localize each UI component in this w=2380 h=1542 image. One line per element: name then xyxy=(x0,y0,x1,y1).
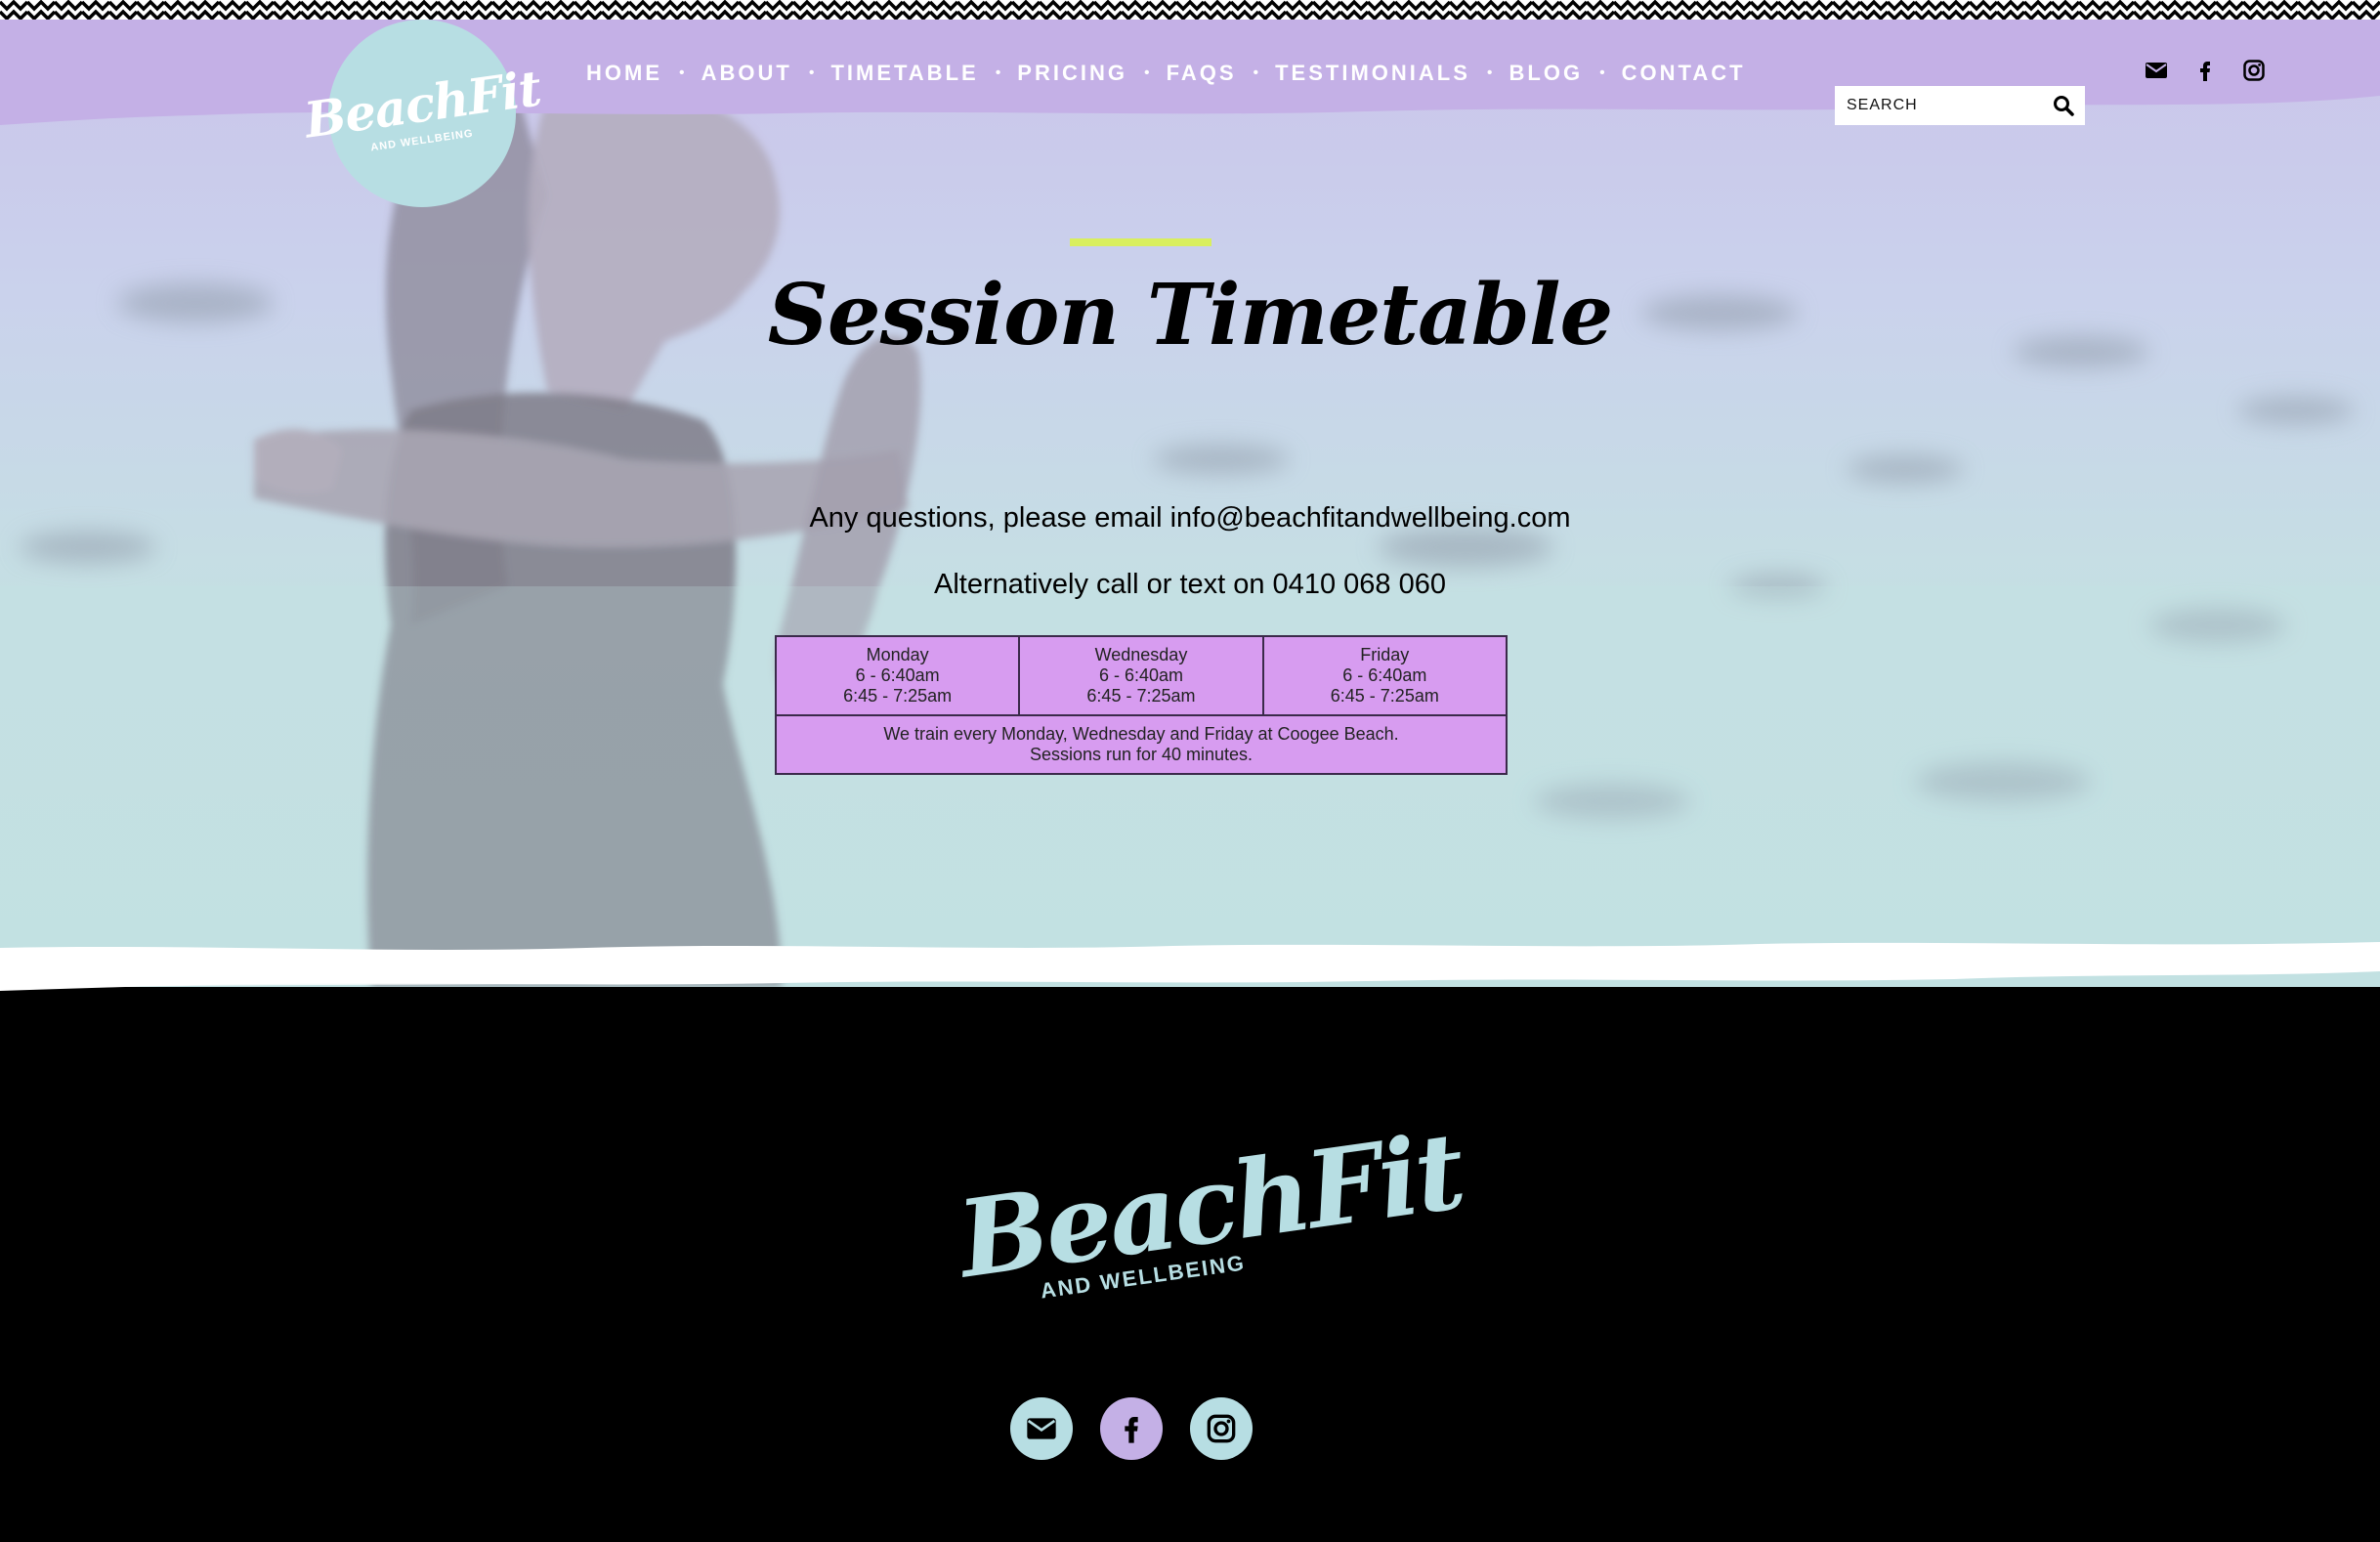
day-label: Friday xyxy=(1360,645,1410,664)
contact-email-text: Any questions, please email info@beachfi… xyxy=(809,502,1571,534)
zigzag-border xyxy=(0,0,2380,20)
nav-separator: • xyxy=(1599,64,1605,81)
footer-instagram-button[interactable] xyxy=(1190,1397,1253,1460)
instagram-icon xyxy=(1207,1414,1236,1443)
page-title: Session Timetable xyxy=(767,266,1614,364)
day-label: Monday xyxy=(866,645,929,664)
timetable-cell-wednesday: Wednesday 6 - 6:40am 6:45 - 7:25am xyxy=(1018,635,1264,716)
header-social-links xyxy=(2145,59,2266,82)
search-box xyxy=(1835,86,2085,125)
timetable-note: We train every Monday, Wednesday and Fri… xyxy=(775,714,1508,775)
envelope-icon xyxy=(1027,1418,1056,1439)
facebook-icon xyxy=(1125,1417,1138,1443)
time-slot: 6:45 - 7:25am xyxy=(1330,686,1439,706)
search-input[interactable] xyxy=(1845,96,2044,115)
title-accent-bar xyxy=(1070,238,1211,246)
time-slot: 6 - 6:40am xyxy=(1098,665,1183,685)
footer-logo[interactable]: BeachFit AND WELLBEING xyxy=(952,1110,1469,1329)
table-row: We train every Monday, Wednesday and Fri… xyxy=(775,714,1508,775)
facebook-icon[interactable] xyxy=(2193,59,2217,82)
envelope-icon[interactable] xyxy=(2145,59,2168,82)
nav-home[interactable]: HOME xyxy=(586,61,662,86)
nav-separator: • xyxy=(1486,64,1493,81)
nav-separator: • xyxy=(995,64,1001,81)
nav-testimonials[interactable]: TESTIMONIALS xyxy=(1275,61,1470,86)
footer-email-button[interactable] xyxy=(1010,1397,1073,1460)
time-slot: 6:45 - 7:25am xyxy=(1086,686,1196,706)
nav-separator: • xyxy=(808,64,815,81)
nav-separator: • xyxy=(679,64,685,81)
nav-separator: • xyxy=(1143,64,1150,81)
note-line: We train every Monday, Wednesday and Fri… xyxy=(883,724,1399,744)
search-icon[interactable] xyxy=(2052,94,2075,117)
note-line: Sessions run for 40 minutes. xyxy=(1029,745,1254,764)
footer-social-links xyxy=(1010,1397,1253,1460)
torn-divider xyxy=(0,942,2380,991)
timetable-cell-monday: Monday 6 - 6:40am 6:45 - 7:25am xyxy=(774,635,1021,716)
time-slot: 6 - 6:40am xyxy=(855,665,940,685)
main-navigation: HOME • ABOUT • TIMETABLE • PRICING • FAQ… xyxy=(586,61,1746,86)
timetable-cell-friday: Friday 6 - 6:40am 6:45 - 7:25am xyxy=(1261,635,1509,716)
nav-faqs[interactable]: FAQS xyxy=(1167,61,1237,86)
contact-phone-text: Alternatively call or text on 0410 068 0… xyxy=(934,569,1446,600)
timetable-table: Monday 6 - 6:40am 6:45 - 7:25am Wednesda… xyxy=(774,635,1509,775)
time-slot: 6 - 6:40am xyxy=(1342,665,1427,685)
time-slot: 6:45 - 7:25am xyxy=(843,686,953,706)
day-label: Wednesday xyxy=(1094,645,1188,664)
nav-contact[interactable]: CONTACT xyxy=(1622,61,1746,86)
instagram-icon[interactable] xyxy=(2242,59,2266,82)
table-row: Monday 6 - 6:40am 6:45 - 7:25am Wednesda… xyxy=(774,635,1509,716)
nav-about[interactable]: ABOUT xyxy=(701,61,792,86)
nav-timetable[interactable]: TIMETABLE xyxy=(830,61,978,86)
footer-facebook-button[interactable] xyxy=(1100,1397,1163,1460)
nav-pricing[interactable]: PRICING xyxy=(1017,61,1127,86)
site-logo[interactable]: BeachFit AND WELLBEING xyxy=(301,20,543,207)
nav-blog[interactable]: BLOG xyxy=(1509,61,1584,86)
nav-separator: • xyxy=(1253,64,1259,81)
